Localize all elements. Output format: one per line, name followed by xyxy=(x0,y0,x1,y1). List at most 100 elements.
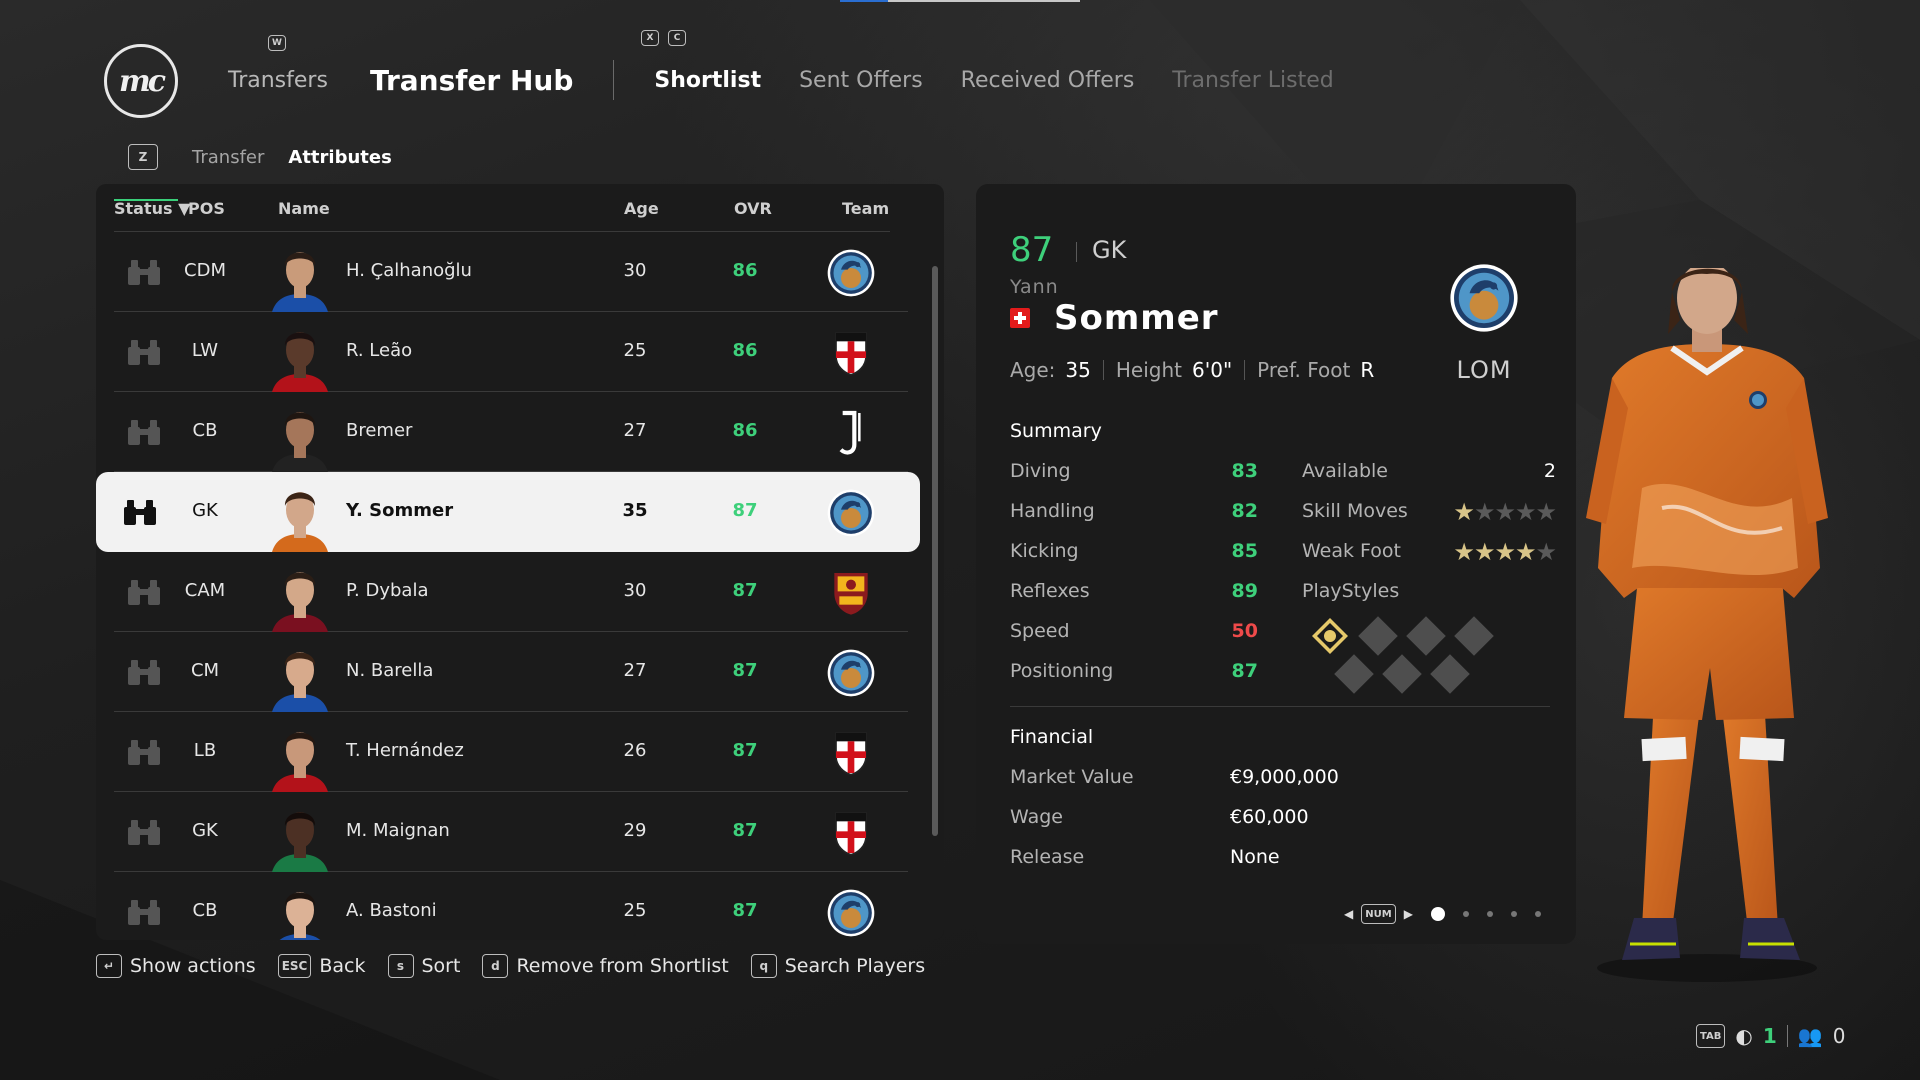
inter-crest-icon xyxy=(826,248,876,298)
app-logo: mc xyxy=(104,44,178,118)
tab-key[interactable]: TAB xyxy=(1696,1024,1726,1048)
stat-row: Kicking 85 xyxy=(1010,540,1258,562)
voice-count: 1 xyxy=(1762,1024,1777,1048)
wage-row: Wage €60,000 xyxy=(1010,806,1309,828)
milan-crest-icon xyxy=(826,808,876,858)
col-ovr[interactable]: OVR xyxy=(734,199,772,218)
key-hint: d xyxy=(482,954,509,978)
sort-underline xyxy=(114,199,178,201)
row-player-name: M. Maignan xyxy=(346,820,450,841)
list-scrollbar[interactable] xyxy=(932,266,938,836)
table-row[interactable]: LW R. Leão 25 86 xyxy=(114,312,908,392)
shortlist-binoculars-icon[interactable] xyxy=(126,819,162,847)
col-pos[interactable]: POS xyxy=(188,199,225,218)
player-portrait xyxy=(272,724,328,792)
row-position: CAM xyxy=(184,580,226,601)
footer-action-sort[interactable]: s Sort xyxy=(387,954,460,978)
player-render xyxy=(1586,268,1828,982)
row-position: CB xyxy=(192,420,218,441)
row-age: 30 xyxy=(623,260,647,281)
key-hint: ESC xyxy=(277,954,312,978)
player-portrait xyxy=(272,404,328,472)
row-player-name: Bremer xyxy=(346,420,413,441)
row-ovr: 86 xyxy=(732,260,758,281)
row-player-name: Y. Sommer xyxy=(346,500,454,521)
stat-row: Speed 50 xyxy=(1010,620,1258,642)
shortlist-binoculars-icon[interactable] xyxy=(126,739,162,767)
player-portrait xyxy=(272,884,328,940)
summary-title: Summary xyxy=(1010,420,1102,442)
table-row[interactable]: CDM H. Çalhanoğlu 30 86 xyxy=(114,232,908,312)
key-hint: s xyxy=(387,954,414,978)
chevron-right-icon[interactable]: ▶ xyxy=(1404,907,1413,921)
tab-transfer-listed[interactable]: Transfer Listed xyxy=(1172,68,1333,93)
col-team[interactable]: Team xyxy=(842,199,889,218)
tab-shortlist[interactable]: Shortlist xyxy=(654,68,761,93)
shortlist-binoculars-icon[interactable] xyxy=(126,419,162,447)
financial-title: Financial xyxy=(1010,726,1094,748)
row-ovr: 87 xyxy=(732,900,758,921)
shortlist-binoculars-icon[interactable] xyxy=(122,499,158,527)
inter-crest-icon xyxy=(826,888,876,938)
row-age: 27 xyxy=(623,660,647,681)
shortlist-binoculars-icon[interactable] xyxy=(126,899,162,927)
table-row[interactable]: CB A. Bastoni 25 87 xyxy=(114,872,908,940)
skill-moves-stars: ★★★★★ xyxy=(1453,498,1557,526)
row-age: 26 xyxy=(623,740,647,761)
footer-action-back[interactable]: ESC Back xyxy=(277,954,366,978)
page-indicator[interactable]: ◀ NUM ▶ xyxy=(1344,904,1541,924)
weak-foot-stars: ★★★★★ xyxy=(1453,538,1557,566)
page-dot[interactable] xyxy=(1462,911,1469,917)
footer-action-show-actions[interactable]: ↵ Show actions xyxy=(96,954,256,978)
stat-row: Reflexes 89 xyxy=(1010,580,1258,602)
table-row[interactable]: GK M. Maignan 29 87 xyxy=(114,792,908,872)
playstyles-row: PlayStyles xyxy=(1302,580,1400,602)
shortlist-binoculars-icon[interactable] xyxy=(126,339,162,367)
voice-chat-icon: ◐ xyxy=(1735,1024,1753,1048)
chevron-left-icon[interactable]: ◀ xyxy=(1344,907,1353,921)
milan-crest-icon xyxy=(826,328,876,378)
tab-hint-keys: X C xyxy=(641,30,686,46)
shortlist-binoculars-icon[interactable] xyxy=(126,259,162,287)
page-dot[interactable] xyxy=(1486,911,1493,917)
shortlist-binoculars-icon[interactable] xyxy=(126,579,162,607)
footer-action-search-players[interactable]: q Search Players xyxy=(750,954,925,978)
footer-action-remove-from-shortlist[interactable]: d Remove from Shortlist xyxy=(482,954,729,978)
roma-crest-icon xyxy=(826,568,876,618)
row-player-name: N. Barella xyxy=(346,660,434,681)
row-ovr: 86 xyxy=(732,340,758,361)
page-dot[interactable] xyxy=(1430,907,1445,921)
col-age[interactable]: Age xyxy=(624,199,659,218)
row-position: CM xyxy=(190,660,220,681)
player-bio: Age: 35 Height 6'0" Pref. Foot R xyxy=(1010,358,1375,382)
view-attributes[interactable]: Attributes xyxy=(288,147,391,168)
table-row-selected[interactable]: GK Y. Sommer 35 87 xyxy=(96,472,920,552)
row-player-name: R. Leão xyxy=(346,340,413,361)
col-status[interactable]: Status ▼ xyxy=(114,199,190,218)
shortlist-table: Status ▼ POS Name Age OVR Team CDM H. Çal… xyxy=(96,184,944,940)
table-row[interactable]: CB Bremer 27 86 xyxy=(114,392,908,472)
view-transfer[interactable]: Transfer xyxy=(192,147,264,168)
nav-transfers[interactable]: Transfers xyxy=(228,68,328,93)
juventus-crest-icon xyxy=(826,408,876,458)
tab-sent-offers[interactable]: Sent Offers xyxy=(799,68,923,93)
page-dot[interactable] xyxy=(1510,911,1517,917)
player-detail-panel: 87 GK Yann Sommer Age: 35 Height 6'0" Pref… xyxy=(976,184,1576,944)
row-age: 27 xyxy=(623,420,647,441)
row-ovr: 87 xyxy=(732,740,758,761)
row-position: LB xyxy=(193,740,217,761)
table-row[interactable]: CAM P. Dybala 30 87 xyxy=(114,552,908,632)
shortlist-binoculars-icon[interactable] xyxy=(126,659,162,687)
row-age: 35 xyxy=(622,500,648,521)
star-icon: ★ xyxy=(1473,498,1495,526)
row-ovr: 87 xyxy=(732,820,758,841)
table-row[interactable]: CM N. Barella 27 87 xyxy=(114,632,908,712)
tab-received-offers[interactable]: Received Offers xyxy=(961,68,1135,93)
star-icon: ★ xyxy=(1494,538,1515,566)
player-last-name: Sommer xyxy=(1054,298,1219,338)
page-dot[interactable] xyxy=(1534,911,1541,917)
table-row[interactable]: LB T. Hernández 26 87 xyxy=(114,712,908,792)
playstyle-plus-icon[interactable] xyxy=(1310,616,1350,656)
key-hint: q xyxy=(750,954,777,978)
col-name[interactable]: Name xyxy=(278,199,330,218)
